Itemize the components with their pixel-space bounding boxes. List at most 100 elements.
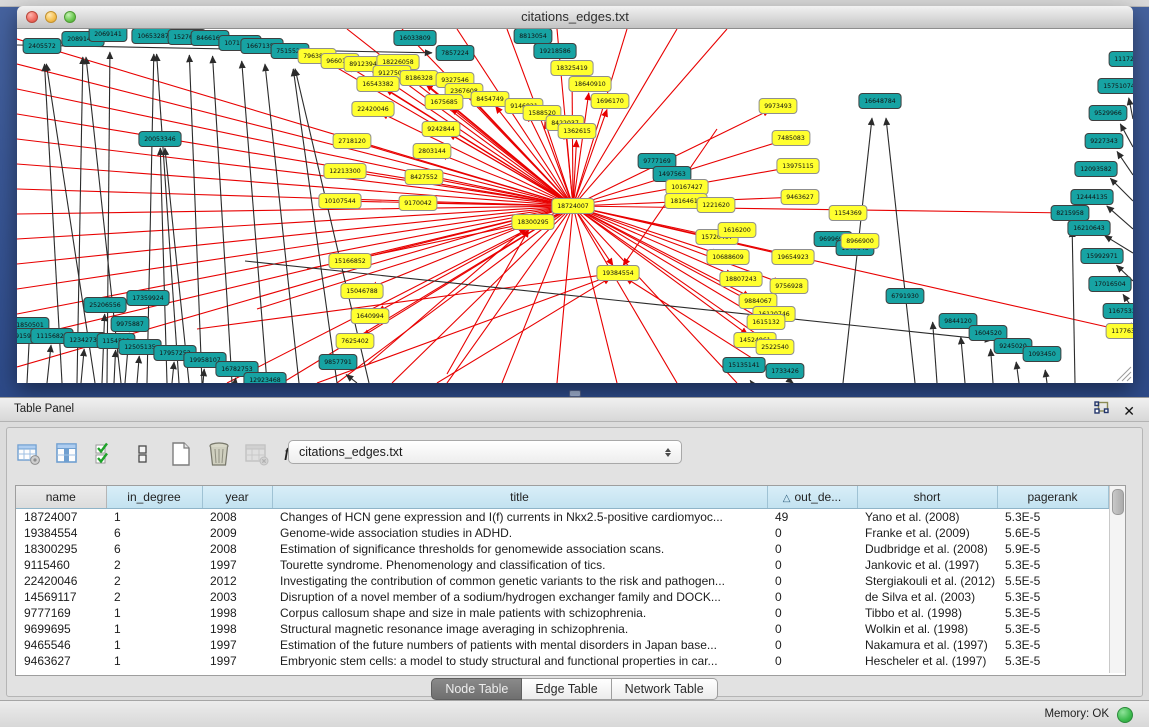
citation-network-graph[interactable]: 2405572208914062069141106532871527602846…	[17, 29, 1133, 383]
network-node[interactable]: 16543382	[357, 77, 399, 92]
table-row[interactable]: 1872400712008Changes of HCN gene express…	[16, 509, 1108, 526]
window-resize-grip[interactable]	[1117, 367, 1131, 381]
network-node[interactable]: 15992971	[1081, 249, 1123, 264]
network-node[interactable]: 15135141	[723, 358, 765, 373]
table-row[interactable]: 946362711997Embryonic stem cells: a mode…	[16, 653, 1108, 669]
network-edge[interactable]	[1117, 151, 1133, 175]
network-node[interactable]: 8966900	[841, 234, 879, 249]
network-node[interactable]: 9227343	[1085, 134, 1123, 149]
table-scrollbar[interactable]	[1109, 486, 1125, 673]
column-header-year[interactable]: year	[202, 486, 272, 509]
network-node[interactable]: 9463627	[781, 190, 819, 205]
table-row[interactable]: 977716911998Corpus callosum shape and si…	[16, 605, 1108, 621]
network-edge[interactable]	[886, 118, 915, 383]
tab-node-table[interactable]: Node Table	[431, 678, 522, 700]
network-node[interactable]: 1117207	[1109, 52, 1133, 67]
network-node[interactable]: 12093582	[1075, 162, 1117, 177]
network-node[interactable]: 1167533	[1103, 304, 1133, 319]
table-row[interactable]: 1456911722003Disruption of a novel membe…	[16, 589, 1108, 605]
network-node[interactable]: 8186328	[400, 71, 438, 86]
network-node[interactable]: 2522540	[756, 340, 794, 355]
show-columns-icon[interactable]	[53, 439, 81, 469]
network-node[interactable]: 13975115	[777, 159, 819, 174]
row-height-icon[interactable]	[129, 439, 157, 469]
network-node[interactable]: 8215958	[1051, 206, 1089, 221]
network-node[interactable]: 18807243	[720, 272, 762, 287]
column-header-title[interactable]: title	[272, 486, 767, 509]
network-node[interactable]: 18300295	[512, 215, 554, 230]
network-node[interactable]: 16648784	[859, 94, 901, 109]
network-node[interactable]: 10167427	[666, 180, 708, 195]
network-node[interactable]: 1616200	[718, 223, 756, 238]
network-edge[interactable]	[367, 228, 526, 365]
network-edge[interactable]	[17, 206, 573, 339]
network-edge[interactable]	[114, 350, 116, 383]
network-node[interactable]: 8427552	[405, 170, 443, 185]
network-node[interactable]: 18724007	[552, 199, 594, 214]
column-header-in_degree[interactable]: in_degree	[106, 486, 202, 509]
network-edge[interactable]	[172, 362, 174, 383]
network-node[interactable]: 2803144	[413, 144, 451, 159]
network-node[interactable]: 1221620	[697, 198, 735, 213]
network-edge[interactable]	[1129, 98, 1133, 119]
network-node[interactable]: 9170042	[399, 196, 437, 211]
network-edge[interactable]	[203, 369, 204, 383]
network-node[interactable]: 20053346	[139, 132, 181, 147]
network-edge[interactable]	[137, 356, 139, 383]
network-node[interactable]: 8454749	[471, 92, 509, 107]
network-node[interactable]: 9242844	[422, 122, 460, 137]
network-node[interactable]: 15046788	[341, 284, 383, 299]
network-node[interactable]: 12444135	[1071, 190, 1113, 205]
column-header-name[interactable]: name	[16, 486, 106, 509]
network-node[interactable]: 12213300	[324, 164, 366, 179]
network-node[interactable]: 10107544	[319, 194, 361, 209]
network-node[interactable]: 1615132	[747, 315, 785, 330]
network-node[interactable]: 9756928	[770, 279, 808, 294]
network-edge[interactable]	[17, 206, 573, 264]
network-node[interactable]: 1640994	[351, 309, 389, 324]
window-titlebar[interactable]: citations_edges.txt	[17, 6, 1133, 29]
network-node[interactable]: 8813054	[514, 29, 552, 44]
close-panel-icon[interactable]: ✕	[1123, 403, 1135, 419]
column-header-short[interactable]: short	[857, 486, 997, 509]
network-edge[interactable]	[346, 375, 357, 383]
network-edge[interactable]	[1045, 370, 1047, 383]
select-rows-icon[interactable]	[91, 439, 119, 469]
network-edge[interactable]	[361, 144, 573, 206]
table-row[interactable]: 969969511998Structural magnetic resonanc…	[16, 621, 1108, 637]
network-node[interactable]: 16033809	[394, 31, 436, 46]
network-node[interactable]: 17359924	[127, 291, 169, 306]
network-edge[interactable]	[47, 345, 51, 383]
network-edge[interactable]	[573, 93, 589, 206]
table-row[interactable]: 2242004622012Investigating the contribut…	[16, 573, 1108, 589]
network-node[interactable]: 1362615	[558, 124, 596, 139]
network-edge[interactable]	[81, 349, 84, 383]
network-edge[interactable]	[157, 54, 179, 383]
network-node[interactable]: 7485083	[772, 131, 810, 146]
table-row[interactable]: 911546021997Tourette syndrome. Phenomeno…	[16, 557, 1108, 573]
network-edge[interactable]	[933, 322, 937, 383]
panel-splitter-handle[interactable]	[569, 390, 581, 397]
network-node[interactable]: 7857224	[436, 46, 474, 61]
network-node[interactable]: 9857791	[319, 355, 357, 370]
network-node[interactable]: 10688609	[707, 250, 749, 265]
network-node[interactable]: 12923468	[244, 373, 286, 384]
network-edge[interactable]	[189, 55, 202, 383]
network-node[interactable]: 19218586	[534, 44, 576, 59]
network-node[interactable]: 1675685	[425, 95, 463, 110]
delete-table-icon[interactable]	[205, 439, 233, 469]
network-node[interactable]: 1177635	[1106, 324, 1133, 339]
network-edge[interactable]	[213, 56, 232, 383]
network-node[interactable]: 18325419	[551, 61, 593, 76]
network-node[interactable]: 7625402	[336, 334, 374, 349]
network-node[interactable]: 2069141	[89, 29, 127, 42]
network-node[interactable]: 9975887	[111, 317, 149, 332]
network-edge[interactable]	[1107, 206, 1133, 229]
table-scrollbar-thumb[interactable]	[1112, 489, 1124, 515]
network-edge[interactable]	[17, 206, 573, 214]
network-edge[interactable]	[573, 206, 1061, 213]
network-node[interactable]: 25206556	[84, 298, 126, 313]
network-node[interactable]: 18640910	[569, 77, 611, 92]
network-edge[interactable]	[991, 349, 993, 383]
network-edge[interactable]	[17, 206, 573, 289]
